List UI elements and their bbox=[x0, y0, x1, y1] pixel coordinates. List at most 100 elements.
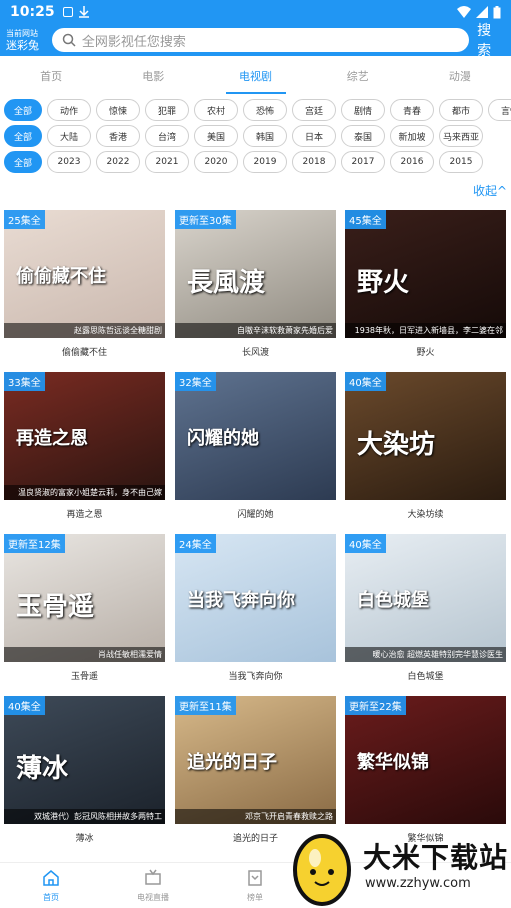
watermark-brand: 大米下载站 bbox=[363, 841, 509, 874]
genre-chip[interactable]: 宫廷 bbox=[292, 99, 336, 121]
year-chip[interactable]: 2020 bbox=[194, 151, 238, 173]
genre-chip[interactable]: 恐怖 bbox=[243, 99, 287, 121]
home-icon bbox=[42, 869, 60, 889]
poster-image[interactable]: 再造之恩 33集全 温良贤淑的富家小姐楚云莉，身不由己嫁 bbox=[4, 372, 165, 500]
genre-chip[interactable]: 惊悚 bbox=[96, 99, 140, 121]
show-card[interactable]: 薄冰 40集全 双城港代）彭冠风陈相拼故多两特工薄冰 bbox=[4, 696, 165, 844]
search-button[interactable]: 搜索 bbox=[477, 20, 505, 60]
region-chip[interactable]: 美国 bbox=[194, 125, 238, 147]
show-title[interactable]: 玉骨遥 bbox=[4, 669, 165, 682]
poster-image[interactable]: 繁华似锦 更新至22集 bbox=[345, 696, 506, 824]
current-site[interactable]: 当前网站 迷彩兔 bbox=[6, 29, 46, 52]
genre-chip[interactable]: 农村 bbox=[194, 99, 238, 121]
show-card[interactable]: 闪耀的她 32集全闪耀的她 bbox=[175, 372, 336, 520]
genre-filter-row: 全部动作惊悚犯罪农村恐怖宫廷剧情青春都市言情 bbox=[4, 99, 511, 123]
year-chip[interactable]: 2023 bbox=[47, 151, 91, 173]
tab-2[interactable]: 电视剧 bbox=[204, 56, 306, 98]
show-card[interactable]: 追光的日子 更新至11集 邓京飞开启青春救赎之路 追光的日子 bbox=[175, 696, 336, 844]
genre-chip[interactable]: 全部 bbox=[4, 99, 42, 121]
poster-image[interactable]: 野火 45集全 1938年秋，日军进入新墙县，李二婆在邻 bbox=[345, 210, 506, 338]
poster-image[interactable]: 白色城堡 40集全 暖心治愈 超燃英雄特别完华慧诊医生 bbox=[345, 534, 506, 662]
poster-image[interactable]: 追光的日子 更新至11集 邓京飞开启青春救赎之路 bbox=[175, 696, 336, 824]
genre-chip[interactable]: 犯罪 bbox=[145, 99, 189, 121]
show-card[interactable]: 繁华似锦 更新至22集 繁华似锦 bbox=[345, 696, 506, 844]
show-card[interactable]: 大染坊 40集全大染坊续 bbox=[345, 372, 506, 520]
watermark: 大米下载站 www.zzhyw.com bbox=[285, 826, 511, 908]
episode-badge: 45集全 bbox=[345, 210, 386, 229]
signal-icon bbox=[476, 6, 488, 18]
region-chip[interactable]: 日本 bbox=[292, 125, 336, 147]
tab-3[interactable]: 综艺 bbox=[307, 56, 409, 98]
region-chip[interactable]: 马来西亚 bbox=[439, 125, 483, 147]
show-card[interactable]: 再造之恩 33集全 温良贤淑的富家小姐楚云莉，身不由己嫁再造之恩 bbox=[4, 372, 165, 520]
poster-image[interactable]: 薄冰 40集全 双城港代）彭冠风陈相拼故多两特工 bbox=[4, 696, 165, 824]
show-title[interactable]: 野火 bbox=[345, 345, 506, 358]
download-icon bbox=[78, 6, 89, 18]
wifi-icon bbox=[457, 6, 471, 18]
region-chip[interactable]: 香港 bbox=[96, 125, 140, 147]
show-title[interactable]: 偷偷藏不住 bbox=[4, 345, 165, 358]
year-chip[interactable]: 2019 bbox=[243, 151, 287, 173]
year-chip[interactable]: 2017 bbox=[341, 151, 385, 173]
show-title[interactable]: 长风渡 bbox=[175, 345, 336, 358]
show-title[interactable]: 再造之恩 bbox=[4, 507, 165, 520]
show-card[interactable]: 長風渡 更新至30集自嗷辛沫软救萧家先婚后爱 长风渡 bbox=[175, 210, 336, 358]
episode-badge: 32集全 bbox=[175, 372, 216, 391]
top-bar: 当前网站 迷彩兔 全网影视任您搜索 搜索 bbox=[0, 23, 511, 59]
watermark-url: www.zzhyw.com bbox=[365, 876, 471, 891]
show-title[interactable]: 闪耀的她 bbox=[175, 507, 336, 520]
tab-4[interactable]: 动漫 bbox=[409, 56, 511, 98]
year-chip[interactable]: 2022 bbox=[96, 151, 140, 173]
show-card[interactable]: 当我飞奔向你 24集全当我飞奔向你 bbox=[175, 534, 336, 682]
genre-chip[interactable]: 都市 bbox=[439, 99, 483, 121]
poster-caption: 赵露思陈哲远谈全糖甜剧 bbox=[4, 323, 165, 338]
poster-image[interactable]: 偷偷藏不住 25集全 赵露思陈哲远谈全糖甜剧 bbox=[4, 210, 165, 338]
show-card[interactable]: 玉骨遥 更新至12集 肖战任敏相濡爱情玉骨遥 bbox=[4, 534, 165, 682]
genre-chip[interactable]: 青春 bbox=[390, 99, 434, 121]
poster-image[interactable]: 大染坊 40集全 bbox=[345, 372, 506, 500]
year-chip[interactable]: 2018 bbox=[292, 151, 336, 173]
region-chip[interactable]: 台湾 bbox=[145, 125, 189, 147]
genre-chip[interactable]: 言情 bbox=[488, 99, 511, 121]
nav-label: 电视直播 bbox=[137, 892, 169, 902]
poster-title-art: 闪耀的她 bbox=[187, 428, 259, 449]
poster-title-art: 当我飞奔向你 bbox=[187, 590, 295, 611]
show-card[interactable]: 野火 45集全 1938年秋，日军进入新墙县，李二婆在邻野火 bbox=[345, 210, 506, 358]
genre-chip[interactable]: 动作 bbox=[47, 99, 91, 121]
episode-badge: 24集全 bbox=[175, 534, 216, 553]
episode-badge: 40集全 bbox=[345, 372, 386, 391]
region-chip[interactable]: 泰国 bbox=[341, 125, 385, 147]
poster-image[interactable]: 当我飞奔向你 24集全 bbox=[175, 534, 336, 662]
rice-mascot-icon bbox=[293, 834, 351, 906]
year-chip[interactable]: 2016 bbox=[390, 151, 434, 173]
show-card[interactable]: 白色城堡 40集全 暖心治愈 超燃英雄特别完华慧诊医生 白色城堡 bbox=[345, 534, 506, 682]
show-title[interactable]: 大染坊续 bbox=[345, 507, 506, 520]
tab-0[interactable]: 首页 bbox=[0, 56, 102, 98]
region-chip[interactable]: 大陆 bbox=[47, 125, 91, 147]
episode-badge: 更新至30集 bbox=[175, 210, 236, 229]
genre-chip[interactable]: 剧情 bbox=[341, 99, 385, 121]
poster-title-art: 白色城堡 bbox=[357, 590, 429, 611]
poster-title-art: 長風渡 bbox=[187, 268, 266, 298]
poster-title-art: 追光的日子 bbox=[187, 752, 277, 773]
show-card[interactable]: 偷偷藏不住 25集全 赵露思陈哲远谈全糖甜剧偷偷藏不住 bbox=[4, 210, 165, 358]
poster-image[interactable]: 長風渡 更新至30集自嗷辛沫软救萧家先婚后爱 bbox=[175, 210, 336, 338]
poster-caption: 自嗷辛沫软救萧家先婚后爱 bbox=[175, 323, 336, 338]
region-chip[interactable]: 新加坡 bbox=[390, 125, 434, 147]
show-title[interactable]: 白色城堡 bbox=[345, 669, 506, 682]
year-chip[interactable]: 2015 bbox=[439, 151, 483, 173]
search-input[interactable]: 全网影视任您搜索 bbox=[51, 28, 470, 52]
episode-badge: 更新至22集 bbox=[345, 696, 406, 715]
region-chip[interactable]: 韩国 bbox=[243, 125, 287, 147]
year-chip[interactable]: 全部 bbox=[4, 151, 42, 173]
nav-item-1[interactable]: 电视直播 bbox=[102, 863, 204, 908]
tab-1[interactable]: 电影 bbox=[102, 56, 204, 98]
collapse-button[interactable]: 收起^ bbox=[473, 182, 507, 199]
nav-item-0[interactable]: 首页 bbox=[0, 863, 102, 908]
show-title[interactable]: 薄冰 bbox=[4, 831, 165, 844]
poster-image[interactable]: 玉骨遥 更新至12集 肖战任敏相濡爱情 bbox=[4, 534, 165, 662]
region-chip[interactable]: 全部 bbox=[4, 125, 42, 147]
poster-image[interactable]: 闪耀的她 32集全 bbox=[175, 372, 336, 500]
year-chip[interactable]: 2021 bbox=[145, 151, 189, 173]
show-title[interactable]: 当我飞奔向你 bbox=[175, 669, 336, 682]
